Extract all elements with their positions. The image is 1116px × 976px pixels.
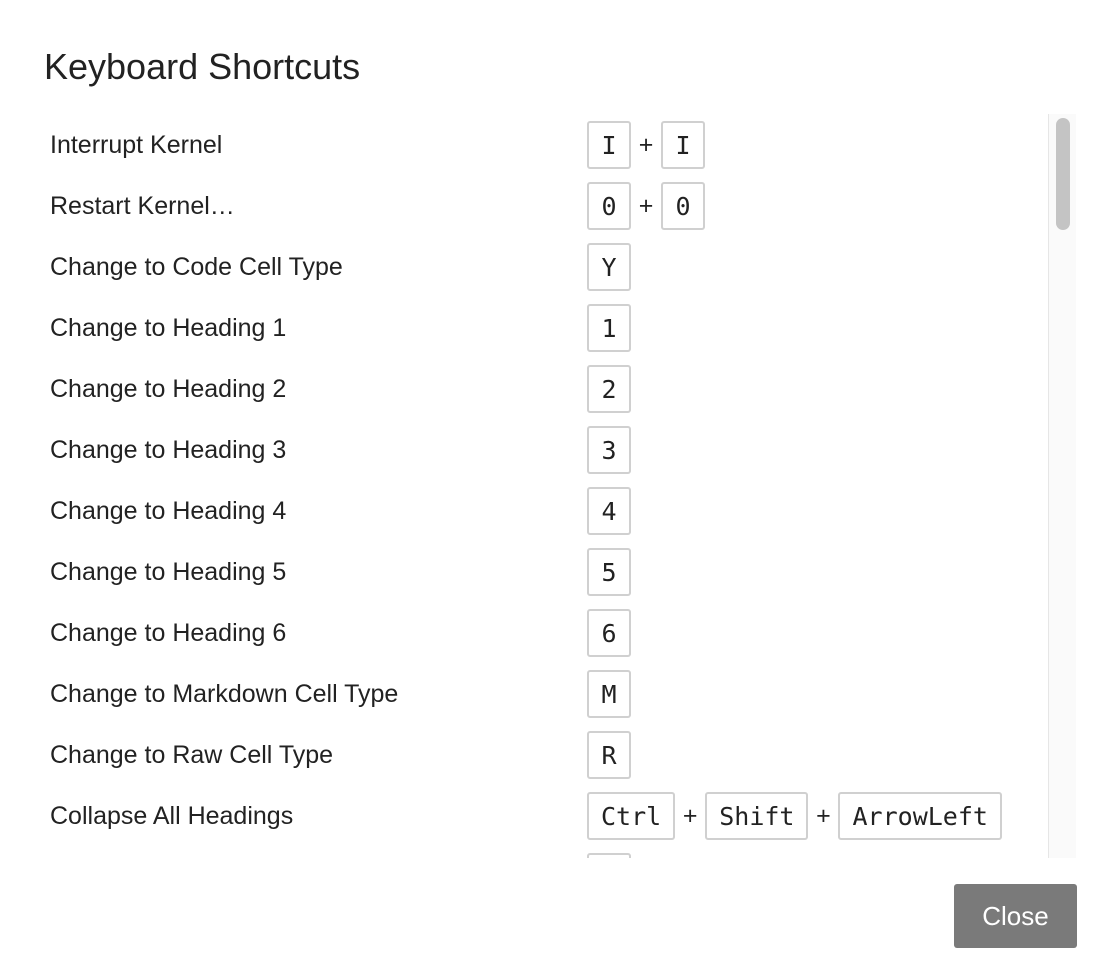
scrollbar[interactable] bbox=[1048, 114, 1076, 858]
shortcut-keys: Ctrl + Shift + ArrowLeft bbox=[587, 792, 1002, 840]
shortcut-keys: I + I bbox=[587, 121, 705, 169]
shortcut-label: Change to Heading 1 bbox=[50, 314, 287, 342]
shortcut-row: Change to Heading 5 5 bbox=[44, 541, 1048, 602]
shortcut-row: Change to Heading 4 4 bbox=[44, 480, 1048, 541]
key-cap: 1 bbox=[587, 304, 631, 352]
shortcut-row: Change to Code Cell Type Y bbox=[44, 236, 1048, 297]
key-cap: I bbox=[587, 121, 631, 169]
shortcut-keys: Y bbox=[587, 243, 631, 291]
key-cap: Shift bbox=[705, 792, 809, 840]
dialog-title: Keyboard Shortcuts bbox=[44, 46, 361, 87]
shortcut-keys: 1 bbox=[587, 304, 631, 352]
shortcut-keys: 0 +0 bbox=[587, 182, 705, 230]
shortcut-keys: 4 bbox=[587, 487, 631, 535]
key-cap: R bbox=[587, 731, 631, 779]
key-cap: 4 bbox=[587, 487, 631, 535]
shortcut-row bbox=[44, 846, 1048, 858]
key-cap: 0 bbox=[661, 182, 705, 230]
key-cap: 2 bbox=[587, 365, 631, 413]
shortcut-keys: 5 bbox=[587, 548, 631, 596]
shortcut-row: Collapse All Headings Ctrl + Shift + ArrowLef… bbox=[44, 785, 1048, 846]
key-separator: + bbox=[682, 801, 698, 830]
scrollbar-thumb[interactable] bbox=[1056, 118, 1070, 230]
key-cap: Ctrl bbox=[587, 792, 676, 840]
key-cap: I bbox=[661, 121, 705, 169]
key-cap: 0 bbox=[587, 182, 631, 230]
shortcut-keys bbox=[587, 853, 631, 858]
key-separator: + bbox=[638, 191, 654, 220]
shortcut-row: Change to Heading 3 3 bbox=[44, 419, 1048, 480]
shortcut-row: Restart Kernel… 0 +0 bbox=[44, 175, 1048, 236]
key-cap: 6 bbox=[587, 609, 631, 657]
close-button[interactable]: Close bbox=[954, 884, 1077, 948]
key-cap: 3 bbox=[587, 426, 631, 474]
shortcut-row: Change to Heading 6 6 bbox=[44, 602, 1048, 663]
shortcut-label: Interrupt Kernel bbox=[50, 131, 223, 159]
shortcut-label: Collapse All Headings bbox=[50, 802, 294, 830]
shortcut-label: Change to Heading 2 bbox=[50, 375, 287, 403]
key-separator: + bbox=[816, 801, 831, 830]
shortcut-row: Change to Markdown Cell Type M bbox=[44, 663, 1048, 724]
key-cap: M bbox=[587, 670, 631, 718]
key-cap: Y bbox=[587, 243, 631, 291]
shortcut-label: Change to Heading 6 bbox=[50, 619, 287, 647]
shortcut-row: Change to Raw Cell Type R bbox=[44, 724, 1048, 785]
key-separator: + bbox=[638, 130, 654, 159]
shortcut-label: Change to Heading 3 bbox=[50, 436, 287, 464]
shortcut-label: Change to Code Cell Type bbox=[50, 253, 343, 281]
shortcut-label: Change to Heading 5 bbox=[50, 558, 287, 586]
shortcut-label: Change to Raw Cell Type bbox=[50, 741, 334, 769]
key-cap: 5 bbox=[587, 548, 631, 596]
shortcut-keys: 6 bbox=[587, 609, 631, 657]
shortcut-keys: 2 bbox=[587, 365, 631, 413]
shortcut-keys: 3 bbox=[587, 426, 631, 474]
shortcut-row: Interrupt Kernel I + I bbox=[44, 114, 1048, 175]
shortcut-row: Change to Heading 2 2 bbox=[44, 358, 1048, 419]
key-cap: ArrowLeft bbox=[838, 792, 1002, 840]
shortcut-keys: M bbox=[587, 670, 631, 718]
shortcut-label: Change to Markdown Cell Type bbox=[50, 680, 399, 708]
shortcut-label: Change to Heading 4 bbox=[50, 497, 287, 525]
shortcut-row: Change to Heading 1 1 bbox=[44, 297, 1048, 358]
keyboard-shortcuts-dialog: Keyboard Shortcuts Interrupt Kernel I + I Re… bbox=[0, 0, 1116, 976]
shortcut-keys: R bbox=[587, 731, 631, 779]
key-cap bbox=[587, 853, 631, 858]
shortcut-list[interactable]: Interrupt Kernel I + I Restart Kernel… 0 +0 Cha… bbox=[44, 114, 1048, 858]
shortcut-label: Restart Kernel… bbox=[50, 192, 235, 220]
